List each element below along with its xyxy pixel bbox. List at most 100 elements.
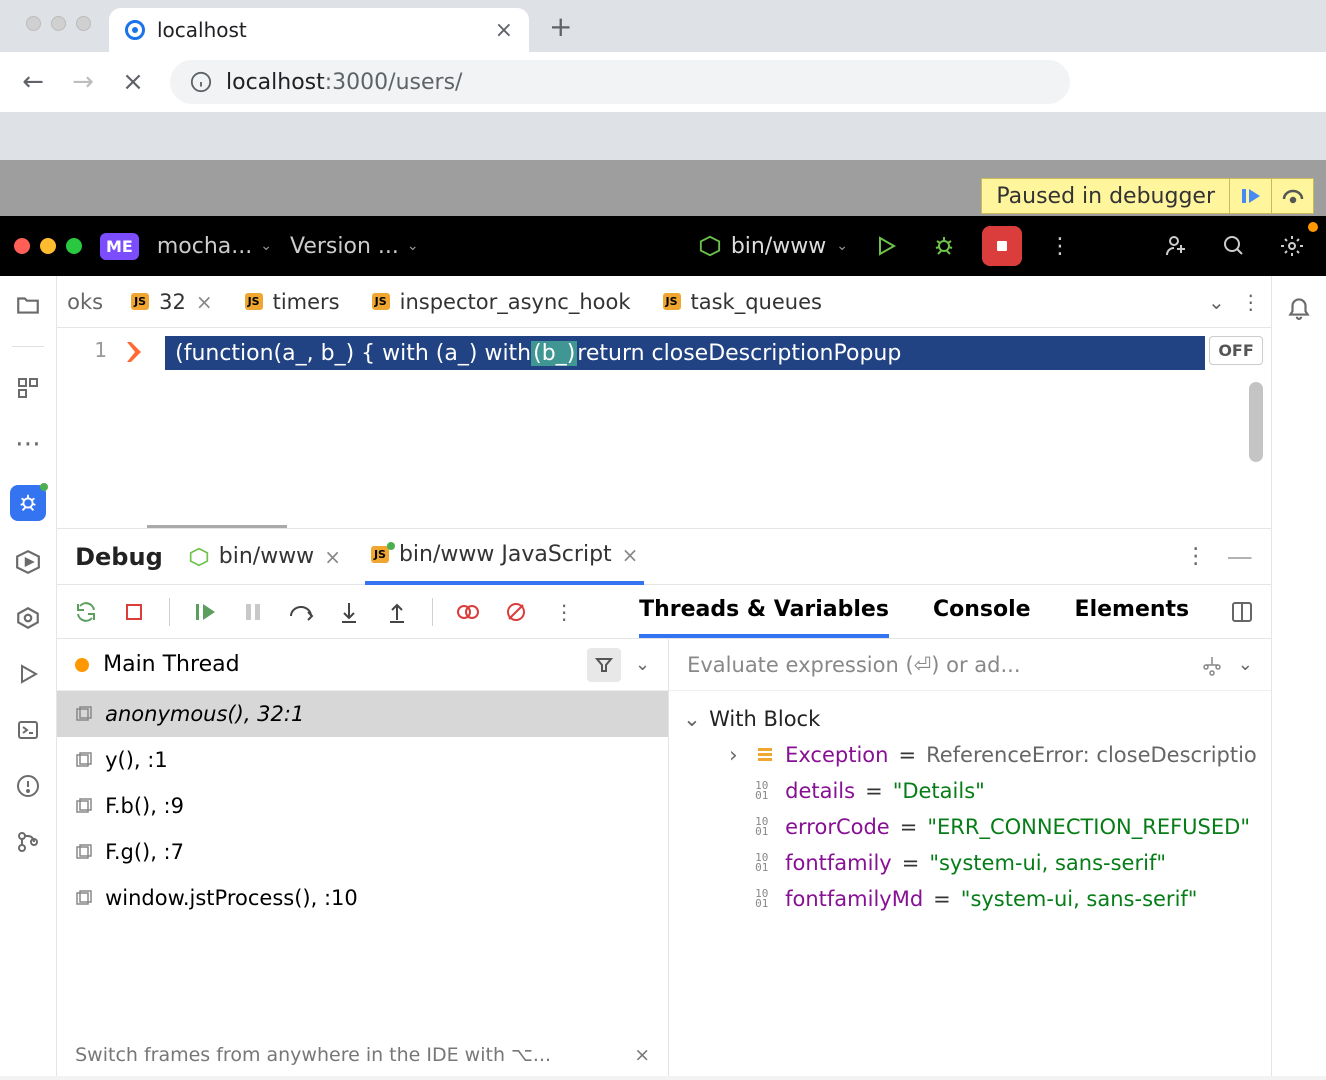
editor[interactable]: 1 (function(a_, b_) { with (a_) with (b_… [57,328,1271,528]
new-tab-button[interactable]: + [529,10,592,43]
execution-highlight: (b_) [531,341,577,366]
var-name: fontfamilyMd [785,887,923,911]
thread-name: Main Thread [103,652,573,677]
debug-panel: Debug bin/www×JSbin/www JavaScript× ⋮ — [57,528,1271,1076]
primitive-icon: 1001 [755,853,775,873]
editor-tab[interactable]: JS32× [115,276,229,328]
debug-session-tab[interactable]: JSbin/www JavaScript× [365,529,644,585]
resume-icon[interactable] [1229,178,1271,214]
editor-tab[interactable]: JStimers [229,276,356,328]
toolbar-more-icon[interactable]: ⋮ [551,599,577,625]
url-bar[interactable]: localhost:3000/users/ [170,60,1070,104]
var-name: fontfamily [785,851,892,875]
window-minimize[interactable] [51,16,66,31]
run-tool-icon[interactable] [13,547,43,577]
stop-icon[interactable] [121,599,147,625]
debug-tool-icon[interactable] [10,485,46,521]
project-selector[interactable]: mocha... ⌄ [157,234,272,259]
var-name: Exception [785,743,888,767]
watch-icon[interactable] [1200,653,1224,677]
variable-row[interactable]: 1001errorCode = "ERR_CONNECTION_REFUSED" [677,809,1263,845]
stack-frame-row[interactable]: anonymous(), 32:1 [57,691,668,737]
evaluate-input[interactable]: Evaluate expression (⏎) or ad... ⌄ [669,639,1271,691]
site-info-icon[interactable] [190,71,212,93]
code-with-me-icon[interactable] [1156,226,1196,266]
back-icon[interactable]: ← [20,69,46,95]
scope-row[interactable]: ⌄ With Block [677,701,1263,737]
project-tool-icon[interactable] [13,290,43,320]
variable-row[interactable]: 1001fontfamily = "system-ui, sans-serif" [677,845,1263,881]
debug-more-icon[interactable]: ⋮ [1185,544,1207,569]
debug-view-tab[interactable]: Threads & Variables [639,585,889,638]
stack-frame-row[interactable]: F.g(), :7 [57,829,668,875]
debug-tab-label: bin/www [219,544,314,569]
forward-icon[interactable]: → [70,69,96,95]
stack-frame-row[interactable]: window.jstProcess(), :10 [57,875,668,921]
editor-tab[interactable]: JSinspector_async_hook [356,276,647,328]
stack-frame-row[interactable]: F.b(), :9 [57,783,668,829]
window-zoom[interactable] [76,16,91,31]
step-over-icon[interactable] [288,599,314,625]
stack-frame-row[interactable]: y(), :1 [57,737,668,783]
debug-session-tab[interactable]: bin/www × [183,529,347,585]
ide-main: oks JS32×JStimersJSinspector_async_hookJ… [57,276,1271,1076]
editor-tab[interactable]: JStask_queues [647,276,838,328]
services-tool-icon[interactable] [13,603,43,633]
close-tab-icon[interactable]: × [196,290,213,314]
search-icon[interactable] [1214,226,1254,266]
ide-window: ME mocha... ⌄ Version ... ⌄ bin/www ⌄ ⋮ [0,216,1326,1076]
git-tool-icon[interactable] [13,827,43,857]
vars-dropdown-icon[interactable]: ⌄ [1238,654,1253,675]
debug-view-tab[interactable]: Elements [1075,585,1190,638]
browser-tab[interactable]: localhost × [109,8,529,52]
close-icon[interactable]: × [622,543,639,567]
close-tab-icon[interactable]: × [495,18,513,43]
window-close[interactable] [26,16,41,31]
ide-zoom[interactable] [66,238,82,254]
mute-breakpoints-icon[interactable] [503,599,529,625]
more-tool-icon[interactable]: ⋯ [13,429,43,459]
step-icon[interactable] [1271,178,1313,214]
run-button[interactable] [866,226,906,266]
primitive-icon: 1001 [755,889,775,909]
pause-icon[interactable] [240,599,266,625]
tab-more-icon[interactable]: ⋮ [1241,290,1261,314]
variable-row[interactable]: ›Exception = ReferenceError: closeDescri… [677,737,1263,773]
notifications-icon[interactable] [1284,292,1314,322]
stop-button[interactable] [982,226,1022,266]
variable-row[interactable]: 1001details = "Details" [677,773,1263,809]
filter-icon[interactable] [587,648,621,682]
vcs-selector[interactable]: Version ... ⌄ [290,234,419,259]
chevron-down-icon: ⌄ [407,238,419,254]
tab-dropdown-icon[interactable]: ⌄ [1208,290,1225,314]
resume-icon[interactable] [192,599,218,625]
scrollbar[interactable] [1249,382,1263,462]
view-breakpoints-icon[interactable] [455,599,481,625]
step-out-icon[interactable] [384,599,410,625]
breakpoint-hit-icon[interactable] [125,340,145,364]
thread-row[interactable]: Main Thread ⌄ [57,639,668,691]
problems-tool-icon[interactable] [13,771,43,801]
reload-icon[interactable]: × [120,69,146,95]
run-config-selector[interactable]: bin/www ⌄ [699,234,848,259]
structure-tool-icon[interactable] [13,373,43,403]
variable-row[interactable]: 1001fontfamilyMd = "system-ui, sans-seri… [677,881,1263,917]
more-icon[interactable]: ⋮ [1040,226,1080,266]
debug-button[interactable] [924,226,964,266]
rerun-icon[interactable] [73,599,99,625]
ide-minimize[interactable] [40,238,56,254]
hint-close-icon[interactable]: × [634,1044,650,1066]
js-badge-icon: JS [372,293,390,310]
play-tool-icon[interactable] [13,659,43,689]
close-icon[interactable]: × [324,545,341,569]
debug-view-tab[interactable]: Console [933,585,1031,638]
thread-dropdown-icon[interactable]: ⌄ [635,654,650,675]
ide-close[interactable] [14,238,30,254]
settings-icon[interactable] [1272,226,1312,266]
step-into-icon[interactable] [336,599,362,625]
layout-icon[interactable] [1229,599,1255,625]
terminal-tool-icon[interactable] [13,715,43,745]
reader-mode-toggle[interactable]: OFF [1209,336,1262,365]
minimize-panel-icon[interactable]: — [1227,542,1253,572]
code-line[interactable]: (function(a_, b_) { with (a_) with (b_) … [165,336,1205,370]
